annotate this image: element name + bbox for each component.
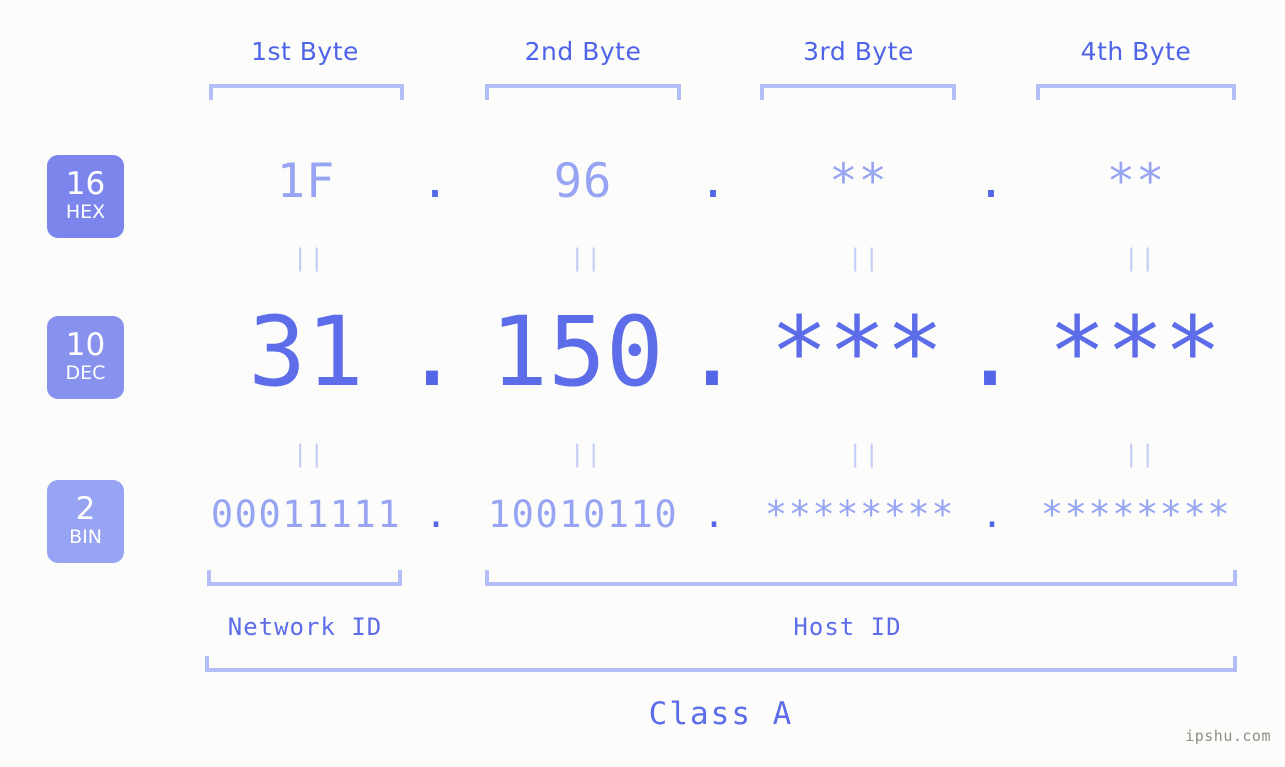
- bin-byte-4: ********: [1040, 493, 1232, 536]
- equals-connector-dec-bin-4: ||: [1124, 440, 1157, 468]
- dec-dot-3: .: [961, 296, 1019, 408]
- base-badge-bin: 2 BIN: [47, 480, 124, 563]
- network-id-bracket: [207, 570, 402, 586]
- hex-byte-4: **: [1106, 154, 1166, 209]
- equals-connector-dec-bin-2: ||: [570, 440, 603, 468]
- base-badge-dec-number: 10: [65, 327, 106, 363]
- hex-dot-2: .: [698, 154, 728, 209]
- network-id-label: Network ID: [227, 613, 383, 641]
- equals-connector-hex-dec-3: ||: [848, 244, 881, 272]
- byte-header-1: 1st Byte: [251, 37, 359, 66]
- bin-dot-2: .: [702, 493, 726, 536]
- equals-connector-dec-bin-1: ||: [293, 440, 326, 468]
- hex-byte-1: 1F: [276, 154, 336, 209]
- bin-byte-1: 00011111: [210, 493, 402, 536]
- hex-byte-3: **: [829, 154, 888, 209]
- class-bracket: [205, 656, 1237, 672]
- dec-byte-3: ***: [770, 296, 944, 408]
- byte-bracket-top-3: [760, 84, 956, 100]
- dec-byte-2: 150: [490, 296, 664, 408]
- bin-byte-2: 10010110: [487, 493, 679, 536]
- byte-bracket-top-4: [1036, 84, 1236, 100]
- host-id-bracket: [485, 570, 1237, 586]
- dec-dot-1: .: [403, 296, 461, 408]
- hex-dot-3: .: [976, 154, 1006, 209]
- bin-dot-3: .: [980, 493, 1004, 536]
- dec-byte-1: 31: [248, 296, 364, 408]
- byte-header-4: 4th Byte: [1080, 37, 1192, 66]
- hex-dot-1: .: [420, 154, 450, 209]
- base-badge-hex: 16 HEX: [47, 155, 124, 238]
- base-badge-hex-number: 16: [65, 166, 106, 202]
- byte-header-2: 2nd Byte: [524, 37, 642, 66]
- site-watermark: ipshu.com: [1185, 727, 1271, 745]
- base-badge-bin-number: 2: [75, 491, 96, 527]
- base-badge-hex-abbr: HEX: [65, 201, 106, 223]
- dec-byte-4: ***: [1048, 296, 1222, 408]
- class-label: Class A: [648, 696, 794, 732]
- host-id-label: Host ID: [793, 613, 902, 641]
- byte-bracket-top-1: [209, 84, 404, 100]
- dec-dot-2: .: [683, 296, 741, 408]
- byte-header-3: 3rd Byte: [803, 37, 914, 66]
- base-badge-dec: 10 DEC: [47, 316, 124, 399]
- byte-bracket-top-2: [485, 84, 681, 100]
- equals-connector-hex-dec-2: ||: [570, 244, 603, 272]
- equals-connector-hex-dec-4: ||: [1124, 244, 1157, 272]
- equals-connector-dec-bin-3: ||: [848, 440, 881, 468]
- equals-connector-hex-dec-1: ||: [293, 244, 326, 272]
- bin-dot-1: .: [424, 493, 448, 536]
- hex-byte-2: 96: [553, 154, 613, 209]
- base-badge-bin-abbr: BIN: [69, 526, 102, 548]
- base-badge-dec-abbr: DEC: [65, 362, 106, 384]
- bin-byte-3: ********: [764, 493, 956, 536]
- ip-byte-breakdown-diagram: 1st Byte 2nd Byte 3rd Byte 4th Byte 16 H…: [0, 0, 1285, 767]
